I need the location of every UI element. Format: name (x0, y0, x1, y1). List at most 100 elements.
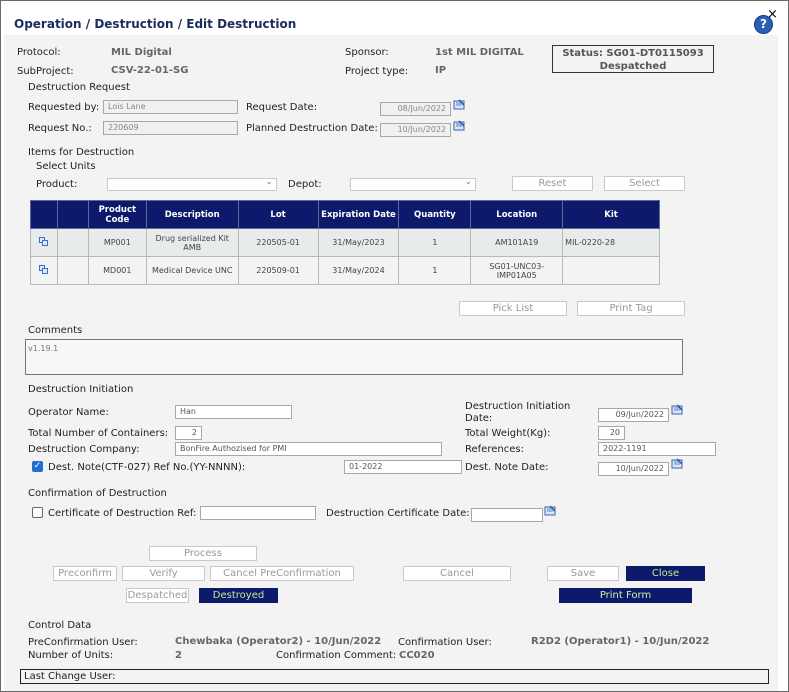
preconfirm-button[interactable]: Preconfirm (53, 566, 117, 581)
subproject-label: SubProject: (17, 66, 74, 77)
print-tag-button[interactable]: Print Tag (577, 301, 685, 316)
chevron-down-icon: ⌄ (265, 177, 273, 187)
row-action-cell[interactable] (30, 256, 58, 285)
preconfirmation-user-label: PreConfirmation User: (28, 637, 138, 648)
destruction-initiation-heading: Destruction Initiation (28, 384, 134, 395)
confirmation-comment-value: CC020 (399, 650, 435, 661)
containers-field[interactable]: 2 (175, 426, 202, 440)
containers-label: Total Number of Containers: (28, 428, 169, 439)
page-title: Operation / Destruction / Edit Destructi… (14, 17, 297, 31)
sponsor-label: Sponsor: (345, 47, 389, 58)
calendar-icon[interactable] (671, 458, 683, 469)
column-header: Quantity (398, 200, 472, 229)
preconfirmation-user-value: Chewbaka (Operator2) - 10/Jun/2022 (175, 636, 382, 647)
certificate-ref-label: Certificate of Destruction Ref: (48, 508, 197, 519)
calendar-icon[interactable] (453, 99, 465, 110)
lot-cell: 220505-01 (237, 228, 319, 257)
comments-textarea[interactable]: v1.19.1 (25, 339, 683, 375)
row-blank-cell (56, 256, 89, 285)
quantity-cell: 1 (398, 228, 472, 257)
certificate-checkbox[interactable] (32, 507, 43, 518)
dest-note-field[interactable]: 01-2022 (344, 460, 462, 474)
destroyed-button[interactable]: Destroyed (199, 588, 278, 603)
pick-list-button[interactable]: Pick List (459, 301, 567, 316)
process-button[interactable]: Process (149, 546, 257, 561)
items-table: Product Code Description Lot Expiration … (30, 200, 660, 285)
dest-note-label: Dest. Note(CTF-027) Ref No.(YY-NNNN): (48, 462, 246, 473)
requested-by-field[interactable]: Lois Lane (103, 100, 238, 114)
certificate-ref-field[interactable] (200, 506, 316, 520)
description-cell: Medical Device UNC (145, 256, 239, 285)
cancel-button[interactable]: Cancel (403, 566, 511, 581)
depot-label: Depot: (288, 179, 322, 190)
column-header: Kit (562, 200, 660, 229)
column-header (56, 200, 89, 229)
expiration-cell: 31/May/2023 (317, 228, 400, 257)
weight-field[interactable]: 20 (598, 426, 625, 440)
column-header: Lot (237, 200, 319, 229)
requested-by-label: Requested by: (28, 102, 100, 113)
protocol-label: Protocol: (17, 47, 61, 58)
column-header: Product Code (87, 200, 147, 229)
print-form-button[interactable]: Print Form (559, 588, 692, 603)
row-action-cell[interactable] (30, 228, 58, 257)
certificate-date-field[interactable] (471, 508, 543, 522)
lot-cell: 220509-01 (237, 256, 319, 285)
project-type-label: Project type: (345, 66, 409, 77)
initiation-date-label-line1: Destruction Initiation (465, 401, 571, 412)
column-header: Description (145, 200, 239, 229)
confirmation-heading: Confirmation of Destruction (28, 488, 167, 499)
save-button[interactable]: Save (547, 566, 619, 581)
request-date-label: Request Date: (246, 102, 318, 113)
select-button[interactable]: Select (604, 176, 685, 191)
despatched-button[interactable]: Despatched (126, 588, 189, 603)
status-code: Status: SG01-DT0115093 (562, 48, 704, 59)
expiration-cell: 31/May/2024 (317, 256, 400, 285)
references-field[interactable]: 2022-1191 (598, 442, 716, 456)
confirmation-user-value: R2D2 (Operator1) - 10/Jun/2022 (531, 636, 710, 647)
cancel-preconfirmation-button[interactable]: Cancel PreConfirmation (210, 566, 354, 581)
request-no-label: Request No.: (28, 123, 92, 134)
dest-note-date-field[interactable]: 10/Jun/2022 (598, 462, 669, 476)
planned-date-field[interactable]: 10/Jun/2022 (380, 123, 451, 137)
confirmation-comment-label: Confirmation Comment: (276, 650, 397, 661)
last-change-user: Last Change User: (20, 669, 769, 684)
kit-cell: MIL-0220-28 (562, 228, 660, 257)
request-date-field[interactable]: 08/Jun/2022 (380, 102, 451, 116)
close-button[interactable]: Close (626, 566, 705, 581)
company-field[interactable]: BonFire Authozised for PMI (175, 442, 442, 456)
calendar-icon[interactable] (453, 120, 465, 131)
product-select[interactable]: ⌄ (107, 177, 277, 191)
copy-icon[interactable] (39, 237, 49, 246)
items-heading: Items for Destruction (28, 147, 135, 158)
subproject-value: CSV-22-01-SG (111, 65, 189, 76)
close-icon[interactable]: × (767, 8, 778, 21)
protocol-value: MIL Digital (111, 47, 172, 58)
product-code-cell: MD001 (87, 256, 147, 285)
row-blank-cell (56, 228, 89, 257)
request-no-field[interactable]: 220609 (103, 121, 238, 135)
operator-name-field[interactable]: Han (175, 405, 292, 419)
table-header-row: Product Code Description Lot Expiration … (30, 200, 660, 229)
calendar-icon[interactable] (671, 404, 683, 415)
copy-icon[interactable] (39, 265, 49, 274)
location-cell: AM101A19 (470, 228, 564, 257)
dest-note-checkbox[interactable]: ✓ (32, 461, 43, 472)
column-header (30, 200, 58, 229)
confirmation-user-label: Confirmation User: (398, 637, 492, 648)
depot-select[interactable]: ⌄ (350, 177, 476, 191)
reset-button[interactable]: Reset (512, 176, 593, 191)
edit-destruction-window: Operation / Destruction / Edit Destructi… (0, 0, 789, 692)
comments-label: Comments (28, 325, 83, 336)
initiation-date-field[interactable]: 09/Jun/2022 (598, 408, 669, 422)
product-label: Product: (36, 179, 78, 190)
project-type-value: IP (435, 65, 447, 76)
table-row[interactable]: MP001 Drug serialized Kit AMB 220505-01 … (30, 228, 660, 257)
control-data-heading: Control Data (28, 620, 92, 631)
calendar-icon[interactable] (544, 505, 556, 516)
dest-note-date-label: Dest. Note Date: (465, 462, 549, 473)
verify-button[interactable]: Verify (122, 566, 205, 581)
initiation-date-label-line2: Date: (465, 413, 493, 424)
number-of-units-value: 2 (175, 650, 182, 661)
table-row[interactable]: MD001 Medical Device UNC 220509-01 31/Ma… (30, 256, 660, 285)
